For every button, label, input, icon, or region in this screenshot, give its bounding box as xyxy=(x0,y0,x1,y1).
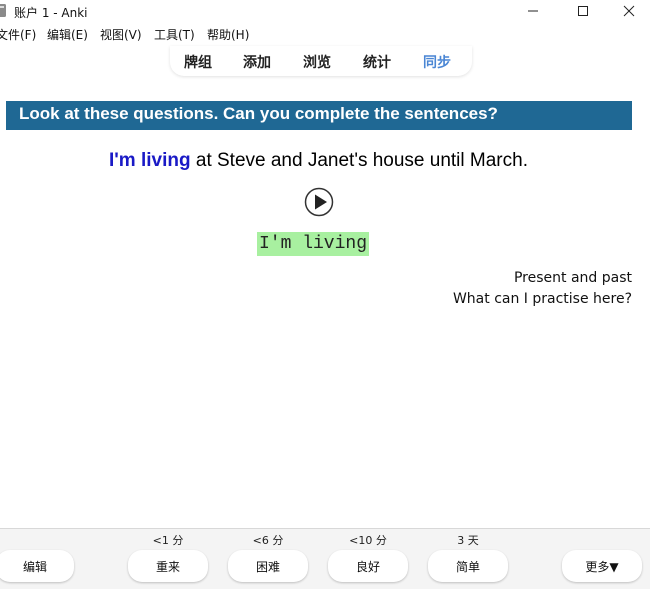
interval-again: <1 分 xyxy=(152,534,184,547)
sentence-highlight: I'm living xyxy=(109,150,191,171)
menu-bar: 文件(F) 编辑(E) 视图(V) 工具(T) 帮助(H) xyxy=(0,24,650,44)
toolbar-add-link[interactable]: 添加 xyxy=(243,52,271,72)
interval-easy: 3 天 xyxy=(457,534,479,547)
card-answer: I'm living xyxy=(257,232,370,256)
menu-tools[interactable]: 工具(T) xyxy=(154,26,195,43)
window-title: 账户 1 - Anki xyxy=(14,6,88,20)
interval-hard: <6 分 xyxy=(252,534,284,547)
card-sentence: I'm living at Steve and Janet's house un… xyxy=(0,150,637,172)
play-audio-icon[interactable] xyxy=(304,187,334,217)
title-bar: 账户 1 - Anki xyxy=(0,0,650,22)
menu-view[interactable]: 视图(V) xyxy=(100,26,142,43)
card-tag-question: What can I practise here? xyxy=(452,291,632,307)
toolbar-stats-link[interactable]: 统计 xyxy=(363,52,391,72)
anki-window: 账户 1 - Anki 文件(F) 编辑(E) 视图(V) 工具(T) 帮助(H… xyxy=(0,0,650,589)
easy-button[interactable]: 简单 xyxy=(428,550,508,582)
good-button[interactable]: 良好 xyxy=(328,550,408,582)
review-bottom-bar: <1 分 <6 分 <10 分 3 天 编辑 重来 困难 良好 简单 更多▼ xyxy=(0,528,650,589)
card-tag-category: Present and past xyxy=(513,270,632,286)
menu-file[interactable]: 文件(F) xyxy=(0,26,36,43)
edit-button[interactable]: 编辑 xyxy=(0,550,74,582)
toolbar-browse-link[interactable]: 浏览 xyxy=(303,52,331,72)
more-button[interactable]: 更多▼ xyxy=(562,550,642,582)
interval-good: <10 分 xyxy=(349,534,387,547)
menu-edit[interactable]: 编辑(E) xyxy=(47,26,88,43)
menu-help[interactable]: 帮助(H) xyxy=(207,26,249,43)
sentence-rest: at Steve and Janet's house until March. xyxy=(190,150,528,171)
hard-button[interactable]: 困难 xyxy=(228,550,308,582)
anki-app-icon xyxy=(0,3,8,18)
minimize-icon[interactable] xyxy=(510,0,556,22)
toolbar-sync-link[interactable]: 同步 xyxy=(423,52,451,72)
toolbar-decks-link[interactable]: 牌组 xyxy=(184,52,212,72)
maximize-icon[interactable] xyxy=(560,0,606,22)
main-toolbar: 牌组 添加 浏览 统计 同步 xyxy=(170,46,472,76)
again-button[interactable]: 重来 xyxy=(128,550,208,582)
close-icon[interactable] xyxy=(606,0,650,22)
card-instruction-banner: Look at these questions. Can you complet… xyxy=(6,101,632,130)
